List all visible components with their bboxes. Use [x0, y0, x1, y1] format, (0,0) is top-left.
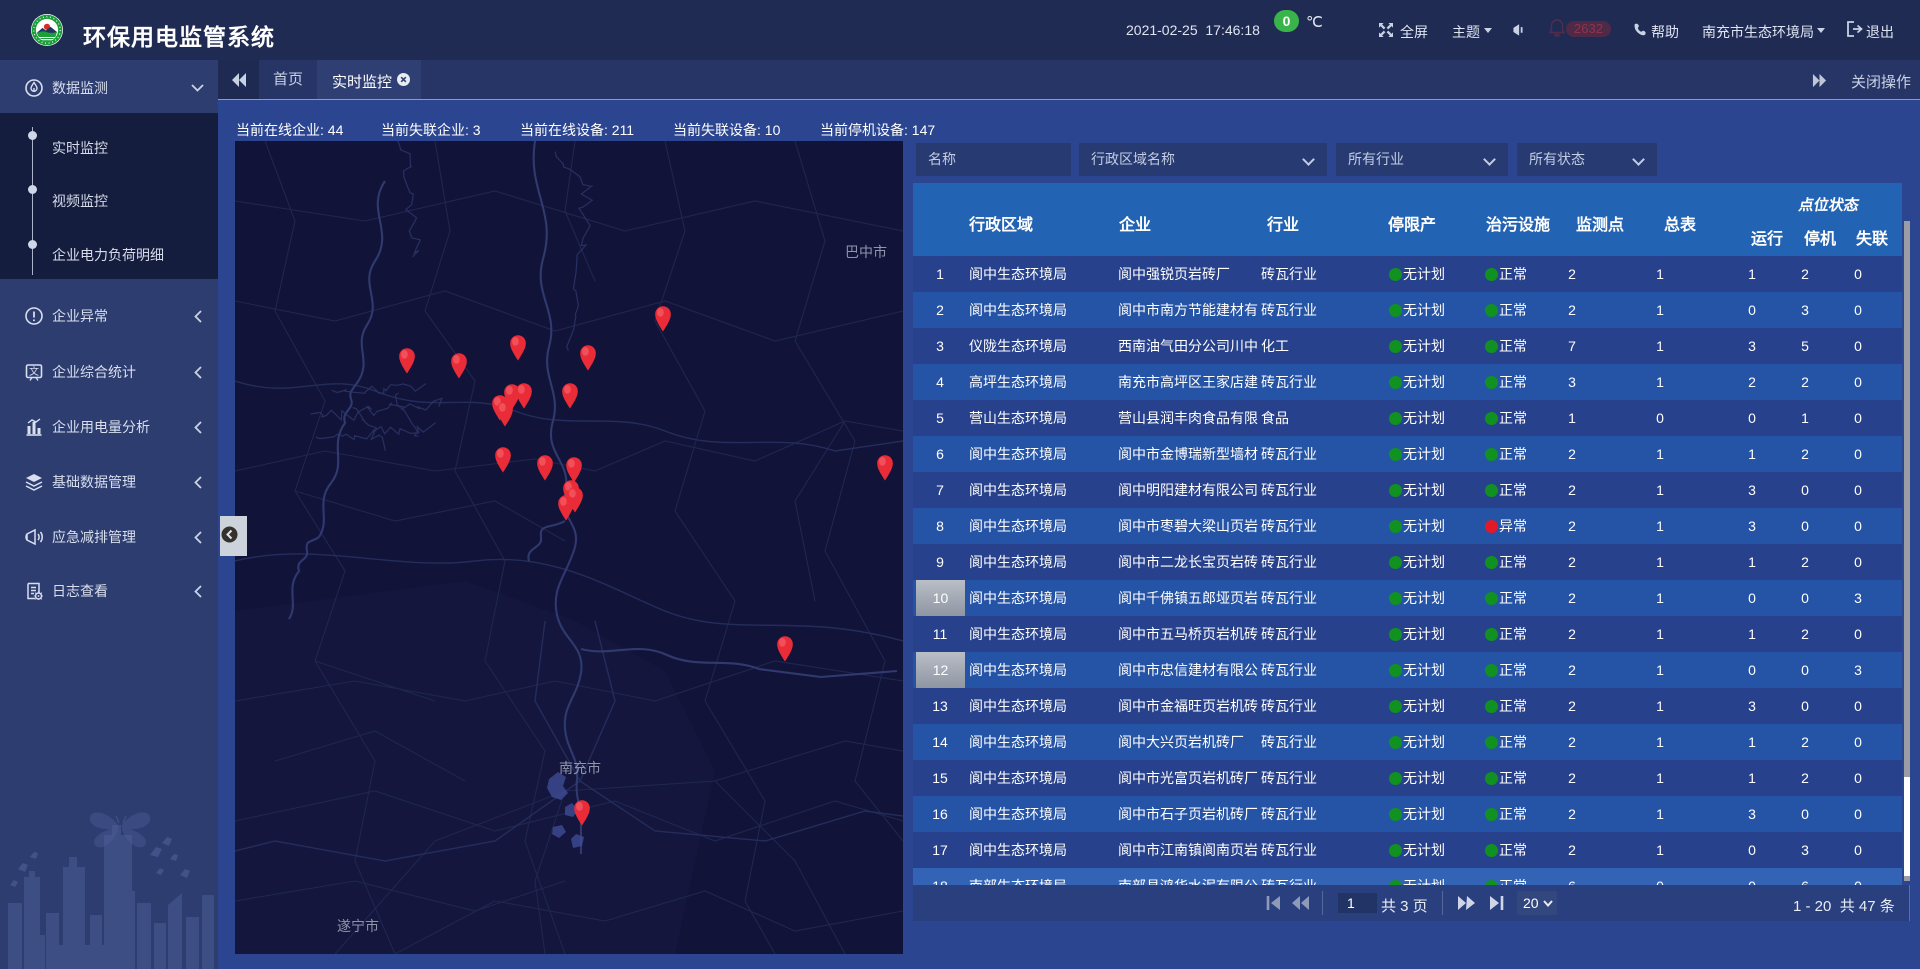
svg-text:南充市: 南充市 — [559, 760, 601, 776]
svg-text:巴中市: 巴中市 — [845, 244, 887, 260]
svg-text:遂宁市: 遂宁市 — [337, 918, 379, 934]
svg-text:文: 文 — [29, 365, 39, 378]
